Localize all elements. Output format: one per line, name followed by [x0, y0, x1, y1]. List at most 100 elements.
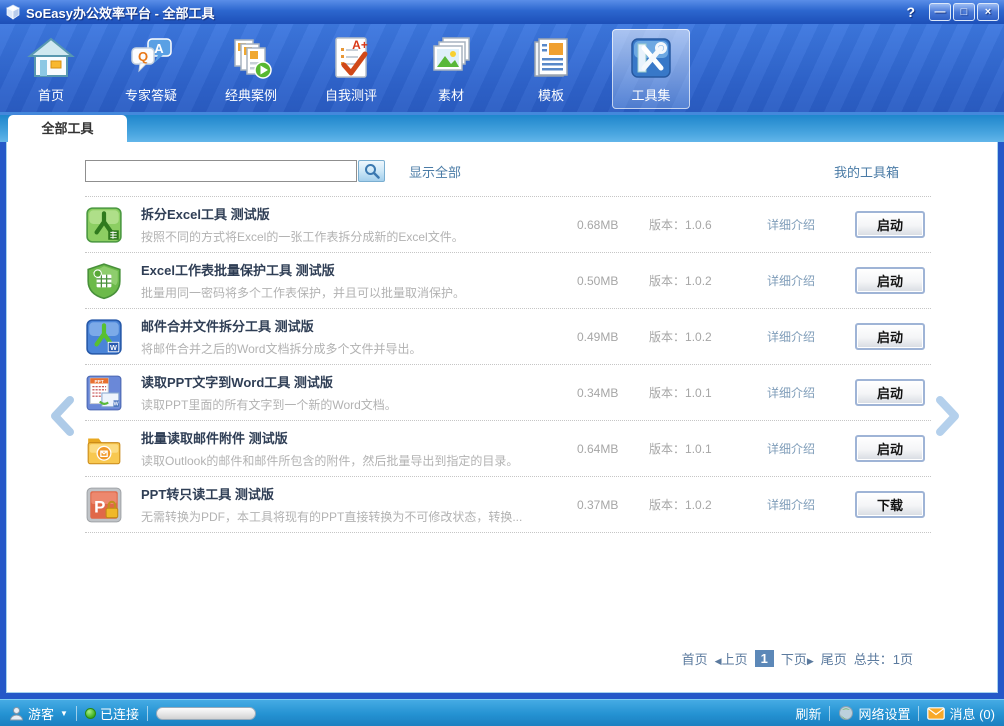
search-input[interactable]: [85, 160, 357, 182]
maximize-button[interactable]: □: [953, 3, 975, 21]
tool-info: 批量读取邮件附件 测试版 读取Outlook的邮件和邮件所包含的附件，然后批量导…: [141, 428, 577, 469]
nav-label: 素材: [438, 85, 464, 104]
detail-link[interactable]: 详细介绍: [767, 384, 855, 401]
svg-text:Q: Q: [138, 49, 148, 64]
nav-item-home[interactable]: 首页: [12, 29, 90, 109]
version-prefix: 版本：: [649, 274, 685, 288]
connection-status: 已连接: [85, 704, 139, 723]
version-value: 1.0.6: [685, 218, 712, 232]
detail-link[interactable]: 详细介绍: [767, 328, 855, 345]
detail-link[interactable]: 详细介绍: [767, 496, 855, 513]
ppt-to-word-icon: PPT W: [85, 374, 123, 412]
version-value: 1.0.1: [685, 386, 712, 400]
current-page-badge: 1: [755, 650, 774, 667]
mail-split-icon: W: [85, 318, 123, 356]
download-button[interactable]: 下载: [855, 491, 925, 518]
last-page-link[interactable]: 尾页: [821, 649, 847, 668]
svg-text:A: A: [154, 41, 164, 56]
tool-description: 按照不同的方式将Excel的一张工作表拆分成新的Excel文件。: [141, 228, 571, 245]
help-button[interactable]: ?: [906, 4, 915, 20]
nav-item-classic-cases[interactable]: 经典案例: [212, 29, 290, 109]
first-page-link[interactable]: 首页: [682, 649, 708, 668]
launch-button[interactable]: 启动: [855, 211, 925, 238]
refresh-button[interactable]: 刷新: [795, 704, 821, 723]
tool-name: PPT转只读工具 测试版: [141, 484, 571, 503]
tool-list: 拆分Excel工具 测试版 按照不同的方式将Excel的一张工作表拆分成新的Ex…: [85, 196, 931, 533]
nav-label: 专家答疑: [125, 85, 177, 104]
messages-button[interactable]: 消息 (0): [927, 704, 995, 723]
prev-page-link[interactable]: ◀上页: [715, 649, 748, 668]
nav-item-templates[interactable]: 模板: [512, 29, 590, 109]
nav-item-materials[interactable]: 素材: [412, 29, 490, 109]
version-prefix: 版本：: [649, 218, 685, 232]
minimize-button[interactable]: —: [929, 3, 951, 21]
tool-row: 拆分Excel工具 测试版 按照不同的方式将Excel的一张工作表拆分成新的Ex…: [85, 197, 931, 253]
tool-version: 版本：1.0.2: [649, 328, 767, 345]
tool-row: PPT W 读取PPT文字到Word工具 测试版 读取PPT里面的所有文字到一个…: [85, 365, 931, 421]
nav-item-expert-qa[interactable]: A Q 专家答疑: [112, 29, 190, 109]
progress-bar: [156, 707, 256, 720]
prev-arrow-icon: ◀: [715, 656, 722, 666]
title-bar: SoEasy办公效率平台 - 全部工具 ? — □ ×: [0, 0, 1004, 24]
next-label: 下页: [781, 652, 807, 667]
user-menu[interactable]: 游客 ▼: [9, 704, 68, 723]
tab-all-tools[interactable]: 全部工具: [8, 115, 127, 142]
app-window: SoEasy办公效率平台 - 全部工具 ? — □ × 首页 A Q: [0, 0, 1004, 726]
launch-button[interactable]: 启动: [855, 435, 925, 462]
split-excel-icon: [85, 206, 123, 244]
connected-dot-icon: [85, 708, 96, 719]
tool-size: 0.50MB: [577, 274, 649, 288]
nav-item-self-test[interactable]: A+ 自我测评: [312, 29, 390, 109]
tool-row: P PPT转只读工具 测试版 无需转换为PDF，本工具将现有的PPT直接转换为不…: [85, 477, 931, 533]
search-button[interactable]: [358, 160, 385, 182]
detail-link[interactable]: 详细介绍: [767, 272, 855, 289]
close-button[interactable]: ×: [977, 3, 999, 21]
self-test-icon: A+: [327, 34, 375, 82]
launch-button[interactable]: 启动: [855, 267, 925, 294]
tool-name: 批量读取邮件附件 测试版: [141, 428, 571, 447]
chevron-down-icon: ▼: [60, 709, 68, 718]
next-page-chevron-icon[interactable]: [935, 396, 961, 436]
tool-description: 无需转换为PDF，本工具将现有的PPT直接转换为不可修改状态，转换...: [141, 508, 571, 525]
launch-button[interactable]: 启动: [855, 323, 925, 350]
tool-info: 邮件合并文件拆分工具 测试版 将邮件合并之后的Word文档拆分成多个文件并导出。: [141, 316, 577, 357]
nav-item-toolbox[interactable]: 工具集: [612, 29, 690, 109]
nav-label: 自我测评: [325, 85, 377, 104]
connection-label: 已连接: [100, 704, 139, 723]
materials-icon: [427, 34, 475, 82]
network-settings-button[interactable]: 网络设置: [838, 704, 910, 723]
tool-row: 批量读取邮件附件 测试版 读取Outlook的邮件和邮件所包含的附件，然后批量导…: [85, 421, 931, 477]
statusbar-divider: [829, 706, 830, 721]
status-bar: 游客 ▼ 已连接 刷新 网络设置: [0, 699, 1004, 726]
tool-info: 拆分Excel工具 测试版 按照不同的方式将Excel的一张工作表拆分成新的Ex…: [141, 204, 577, 245]
nav-label: 模板: [538, 85, 564, 104]
launch-button[interactable]: 启动: [855, 379, 925, 406]
statusbar-divider: [918, 706, 919, 721]
tool-name: 读取PPT文字到Word工具 测试版: [141, 372, 571, 391]
svg-text:W: W: [110, 343, 117, 352]
tool-row: W 邮件合并文件拆分工具 测试版 将邮件合并之后的Word文档拆分成多个文件并导…: [85, 309, 931, 365]
templates-icon: [527, 34, 575, 82]
my-toolbox-link[interactable]: 我的工具箱: [834, 162, 899, 181]
tool-description: 读取Outlook的邮件和邮件所包含的附件，然后批量导出到指定的目录。: [141, 452, 571, 469]
version-prefix: 版本：: [649, 330, 685, 344]
next-page-link[interactable]: 下页▶: [781, 649, 814, 668]
messages-label: 消息 (0): [949, 704, 995, 723]
svg-text:W: W: [114, 401, 119, 407]
tool-version: 版本：1.0.2: [649, 272, 767, 289]
tool-version: 版本：1.0.1: [649, 440, 767, 457]
tool-description: 将邮件合并之后的Word文档拆分成多个文件并导出。: [141, 340, 571, 357]
version-value: 1.0.1: [685, 442, 712, 456]
previous-page-chevron-icon[interactable]: [49, 396, 75, 436]
tool-row: Excel工作表批量保护工具 测试版 批量用同一密码将多个工作表保护，并且可以批…: [85, 253, 931, 309]
tool-version: 版本：1.0.1: [649, 384, 767, 401]
tool-size: 0.49MB: [577, 330, 649, 344]
show-all-link[interactable]: 显示全部: [409, 162, 461, 181]
detail-link[interactable]: 详细介绍: [767, 440, 855, 457]
detail-link[interactable]: 详细介绍: [767, 216, 855, 233]
statusbar-right: 刷新 网络设置 消息 (0): [795, 704, 995, 723]
tool-size: 0.37MB: [577, 498, 649, 512]
tool-name: 拆分Excel工具 测试版: [141, 204, 571, 223]
nav-label: 经典案例: [225, 85, 277, 104]
nav-label: 工具集: [631, 85, 670, 104]
